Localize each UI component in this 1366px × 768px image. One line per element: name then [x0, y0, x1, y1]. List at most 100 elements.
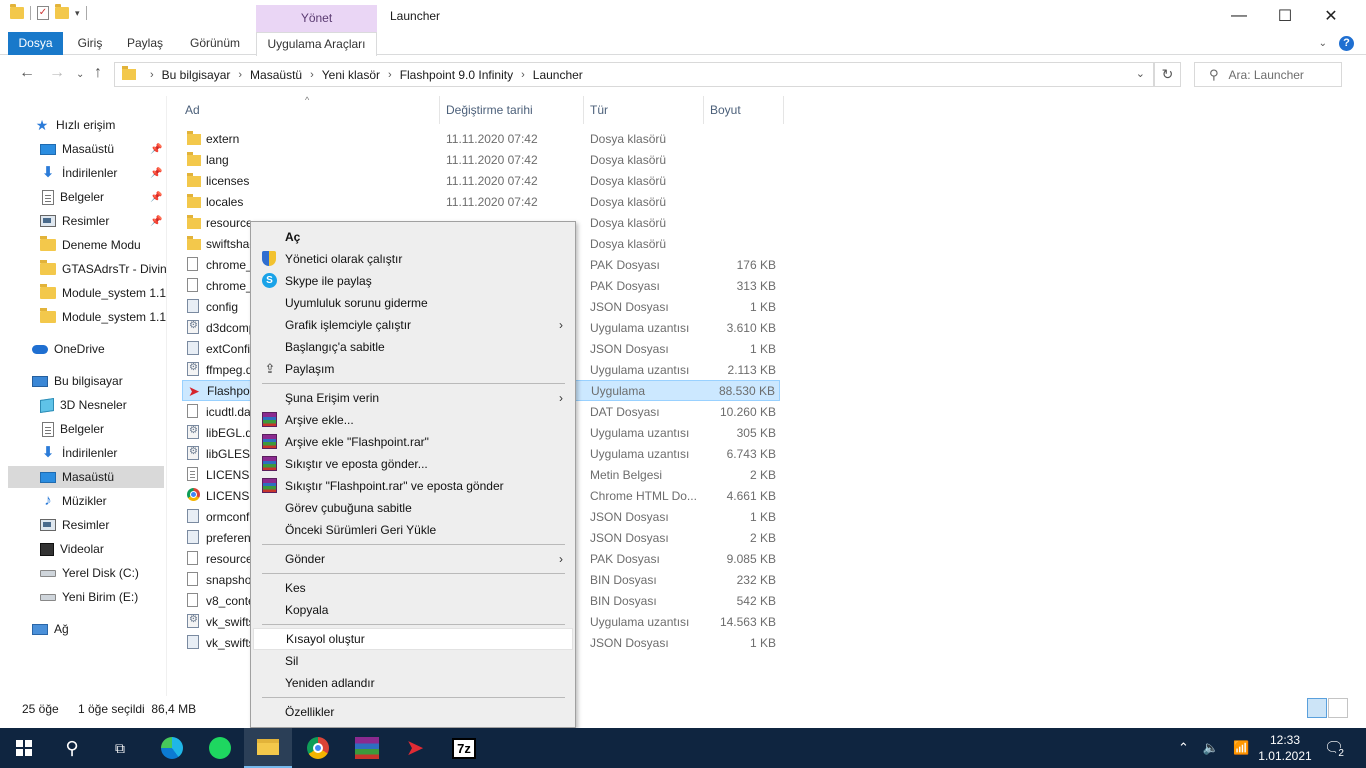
table-row[interactable]: locales 11.11.2020 07:42 Dosya klasörü [182, 191, 780, 212]
clock[interactable]: 12:33 1.01.2021 [1255, 732, 1315, 764]
sidebar-item-downloads-pinned[interactable]: ⬇ İndirilenler 📌 [0, 162, 166, 184]
search-icon[interactable]: ⚲ [48, 728, 96, 768]
sidebar-item-new-volume-e[interactable]: Yeni Birim (E:) [0, 586, 166, 608]
folder-icon[interactable] [10, 4, 24, 19]
table-row[interactable]: lang 11.11.2020 07:42 Dosya klasörü [182, 149, 780, 170]
search-box[interactable]: ⚲ Ara: Launcher [1194, 62, 1342, 87]
sidebar-item-quick-access[interactable]: ★ Hızlı erişim [0, 114, 166, 136]
menu-item[interactable]: Sil [253, 650, 573, 672]
tab-home[interactable]: Giriş [66, 32, 114, 55]
menu-item[interactable]: Sıkıştır "Flashpoint.rar" ve eposta gönd… [253, 475, 573, 497]
menu-item[interactable]: Kısayol oluştur [253, 628, 573, 650]
sidebar-item-module-system-115[interactable]: Module_system 1.15 [0, 282, 166, 304]
back-arrow-icon[interactable]: ← [19, 64, 35, 82]
help-icon[interactable]: ? [1339, 36, 1354, 51]
menu-item[interactable]: Uyumluluk sorunu giderme [253, 292, 573, 314]
menu-item[interactable]: Önceki Sürümleri Geri Yükle [253, 519, 573, 541]
chevron-up-icon[interactable]: ⌃ [1178, 740, 1189, 756]
chevron-right-icon[interactable]: › [521, 69, 525, 81]
new-folder-icon[interactable] [55, 4, 69, 19]
menu-item[interactable]: Görev çubuğuna sabitle [253, 497, 573, 519]
minimize-button[interactable]: — [1216, 0, 1262, 32]
table-row[interactable]: licenses 11.11.2020 07:42 Dosya klasörü [182, 170, 780, 191]
menu-item[interactable]: S Skype ile paylaş [253, 270, 573, 292]
chevron-right-icon[interactable]: › [310, 69, 314, 81]
sidebar-item-3d-objects[interactable]: 3D Nesneler [0, 394, 166, 416]
sidebar-item-documents-pinned[interactable]: Belgeler 📌 [0, 186, 166, 208]
menu-item[interactable]: Gönder › [253, 548, 573, 570]
sidebar-item-this-pc[interactable]: Bu bilgisayar [0, 370, 166, 392]
recent-locations-chevron-icon[interactable]: ⌄ [76, 69, 84, 80]
chevron-right-icon[interactable]: › [150, 69, 154, 81]
breadcrumb-this-pc[interactable]: Bu bilgisayar [162, 68, 231, 82]
breadcrumb-new-folder[interactable]: Yeni klasör [322, 68, 380, 82]
flashpoint-icon[interactable]: ➤ [391, 728, 439, 768]
sidebar-item-desktop-pinned[interactable]: Masaüstü 📌 [0, 138, 166, 160]
sidebar-item-module-system-117[interactable]: Module_system 1.17 [0, 306, 166, 328]
menu-item[interactable]: Grafik işlemciyle çalıştır › [253, 314, 573, 336]
chevron-right-icon[interactable]: › [388, 69, 392, 81]
sidebar-item-videos[interactable]: Videolar [0, 538, 166, 560]
chevron-right-icon[interactable]: › [238, 69, 242, 81]
breadcrumb-desktop[interactable]: Masaüstü [250, 68, 302, 82]
chevron-down-icon[interactable]: ⌄ [1319, 38, 1327, 49]
7zip-icon[interactable]: 7z [440, 728, 488, 768]
breadcrumb-flashpoint[interactable]: Flashpoint 9.0 Infinity [400, 68, 513, 82]
menu-item[interactable]: Şuna Erişim verin › [253, 387, 573, 409]
spotify-icon[interactable] [196, 728, 244, 768]
maximize-button[interactable]: ☐ [1262, 0, 1308, 32]
menu-item[interactable]: Kes [253, 577, 573, 599]
sidebar-item-pictures[interactable]: Resimler [0, 514, 166, 536]
details-view-button[interactable] [1307, 698, 1327, 718]
winrar-icon[interactable] [343, 728, 391, 768]
task-view-icon[interactable]: ⧉ [96, 728, 144, 768]
column-type[interactable]: Tür [584, 96, 704, 124]
column-size[interactable]: Boyut [704, 96, 784, 124]
menu-item[interactable]: ⇪ Paylaşım [253, 358, 573, 380]
breadcrumb-launcher[interactable]: Launcher [533, 68, 583, 82]
sidebar-item-local-disk-c[interactable]: Yerel Disk (C:) [0, 562, 166, 584]
menu-item[interactable]: Kopyala [253, 599, 573, 621]
close-button[interactable]: ✕ [1308, 0, 1354, 32]
sidebar-item-network[interactable]: Ağ [0, 618, 166, 640]
table-row[interactable]: extern 11.11.2020 07:42 Dosya klasörü [182, 128, 780, 149]
tab-view[interactable]: Görünüm [178, 32, 252, 55]
sidebar-item-music[interactable]: ♪ Müzikler [0, 490, 166, 512]
sidebar-item-downloads[interactable]: ⬇ İndirilenler [0, 442, 166, 464]
sidebar-item-deneme-modu[interactable]: Deneme Modu [0, 234, 166, 256]
chevron-down-icon[interactable]: ▾ [75, 8, 80, 19]
volume-icon[interactable]: 🔈 [1203, 740, 1219, 756]
menu-item[interactable]: Başlangıç'a sabitle [253, 336, 573, 358]
menu-item[interactable]: Arşive ekle "Flashpoint.rar" [253, 431, 573, 453]
column-name[interactable]: Ad [179, 96, 440, 124]
search-input[interactable]: Ara: Launcher [1229, 68, 1304, 82]
sidebar-item-desktop[interactable]: Masaüstü [8, 466, 164, 488]
refresh-button[interactable]: ↻ [1154, 62, 1181, 87]
tab-application-tools[interactable]: Uygulama Araçları [256, 32, 377, 56]
menu-item[interactable]: Yeniden adlandır [253, 672, 573, 694]
chevron-down-icon[interactable]: ⌄ [1136, 67, 1145, 80]
menu-item[interactable]: Özellikler [253, 701, 573, 723]
address-bar[interactable]: › Bu bilgisayar › Masaüstü › Yeni klasör… [114, 62, 1154, 87]
edge-icon[interactable] [148, 728, 196, 768]
network-status-icon[interactable]: 📶 [1233, 740, 1249, 756]
forward-arrow-icon[interactable]: → [49, 64, 65, 82]
start-button[interactable] [0, 728, 48, 768]
column-date[interactable]: Değiştirme tarihi [440, 96, 584, 124]
menu-item[interactable]: Yönetici olarak çalıştır [253, 248, 573, 270]
sidebar-item-onedrive[interactable]: OneDrive [0, 338, 166, 360]
large-icons-view-button[interactable] [1328, 698, 1348, 718]
chrome-icon[interactable] [294, 728, 342, 768]
properties-icon[interactable]: ✓ [37, 6, 49, 20]
sidebar-scrollbar[interactable] [166, 96, 167, 696]
file-explorer-icon[interactable] [244, 728, 292, 768]
menu-item[interactable]: Arşive ekle... [253, 409, 573, 431]
sidebar-item-gtasadrstr[interactable]: GTASAdrsTr - Divine [0, 258, 166, 280]
sidebar-item-documents[interactable]: Belgeler [0, 418, 166, 440]
notification-center[interactable]: 🗨 2 [1324, 728, 1346, 768]
sidebar-item-pictures-pinned[interactable]: Resimler 📌 [0, 210, 166, 232]
menu-item[interactable]: Sıkıştır ve eposta gönder... [253, 453, 573, 475]
tab-share[interactable]: Paylaş [118, 32, 172, 55]
up-arrow-icon[interactable]: ↑ [94, 64, 102, 82]
menu-item[interactable]: Aç [253, 226, 573, 248]
